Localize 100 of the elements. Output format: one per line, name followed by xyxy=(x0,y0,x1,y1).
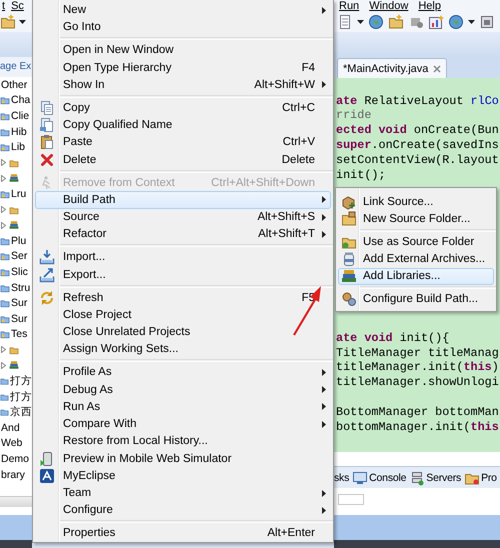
menu-item[interactable]: Copy Qualified Name xyxy=(35,116,331,134)
expander-icon[interactable] xyxy=(1,346,6,354)
caret-icon[interactable] xyxy=(19,20,26,24)
menu-item[interactable]: Use as Source Folder xyxy=(338,233,494,250)
tree-item[interactable]: 打方 xyxy=(10,374,32,388)
shortcut-label: Alt+Shift+T xyxy=(258,228,316,240)
tree-item[interactable]: Sur xyxy=(11,312,28,325)
menu-item[interactable]: Preview in Mobile Web Simulator xyxy=(35,450,331,468)
caret-icon[interactable] xyxy=(468,20,475,24)
menu-item[interactable]: Configure xyxy=(35,502,331,519)
books-icon xyxy=(9,360,19,370)
tree-item[interactable]: Other xyxy=(1,78,28,91)
menu-item[interactable]: Close Project xyxy=(35,306,331,324)
menu-item[interactable]: Add Libraries... xyxy=(338,268,494,285)
folder-icon[interactable] xyxy=(0,14,16,30)
menu-item[interactable]: Compare With xyxy=(35,416,331,433)
submenu-arrow-icon xyxy=(322,490,326,497)
document-icon[interactable] xyxy=(337,14,353,30)
expander-icon[interactable] xyxy=(1,362,6,369)
chart-icon[interactable] xyxy=(428,14,444,30)
menu-title[interactable]: Help xyxy=(418,0,441,12)
tree-item[interactable]: And xyxy=(1,422,20,434)
tree-item[interactable]: Hib xyxy=(11,126,27,138)
globe-icon[interactable] xyxy=(368,14,384,30)
code-line: titleManager.showUnlogi xyxy=(336,375,500,390)
menu-item[interactable]: Properties Alt+Enter xyxy=(35,524,331,542)
tree-item[interactable]: 京西 xyxy=(10,405,32,420)
menu-item[interactable]: Delete Delete xyxy=(35,151,331,168)
code-line: BottomManager bottomMan xyxy=(336,404,500,420)
scrollbar[interactable] xyxy=(0,496,32,507)
menu-item[interactable]: Refactor Alt+Shift+T xyxy=(35,226,331,243)
menu-item[interactable]: Go Into xyxy=(35,18,331,36)
tree-item[interactable]: Lru xyxy=(11,188,26,200)
menu-item[interactable]: Show In Alt+Shift+W xyxy=(35,76,331,94)
package-icon xyxy=(9,344,19,355)
gears-icon xyxy=(340,291,356,308)
menu-item[interactable]: Team xyxy=(35,484,331,502)
shortcut-label: Ctrl+V xyxy=(282,136,316,148)
project-folder-icon xyxy=(0,188,10,199)
package-icon xyxy=(9,158,19,168)
menu-item[interactable]: New Source Folder... xyxy=(338,210,494,228)
view-tab[interactable]: Console xyxy=(352,470,406,486)
expander-icon[interactable] xyxy=(1,174,6,182)
menu-item[interactable]: Debug As xyxy=(35,381,331,398)
menu-item[interactable]: Configure Build Path... xyxy=(338,290,494,308)
tree-item[interactable]: brary xyxy=(1,468,25,481)
menu-item[interactable]: Export... xyxy=(35,266,331,284)
menu-item[interactable]: Paste Ctrl+V xyxy=(35,134,331,151)
view-tab[interactable]: Servers xyxy=(409,470,462,486)
expander-icon[interactable] xyxy=(1,206,6,214)
servers-icon xyxy=(409,470,426,486)
view-tab[interactable]: age Ex xyxy=(0,57,32,77)
expander-icon[interactable] xyxy=(1,159,6,166)
menu-title[interactable]: Run xyxy=(339,0,360,12)
tree-item[interactable]: Tes xyxy=(11,328,28,340)
menu-item[interactable]: Restore from Local History... xyxy=(35,432,331,450)
menu-item[interactable]: Open Type Hierarchy F4 xyxy=(35,59,331,76)
folder-icon[interactable] xyxy=(388,14,404,30)
globe-icon[interactable] xyxy=(448,14,464,30)
close-icon[interactable] xyxy=(433,64,442,72)
tree-item[interactable]: Slic xyxy=(11,266,28,278)
input-field[interactable] xyxy=(338,494,364,505)
menu-item[interactable]: Close Unrelated Projects xyxy=(35,324,331,341)
menu-item[interactable]: Assign Working Sets... xyxy=(35,340,331,358)
menu-title[interactable]: t xyxy=(2,0,6,12)
code-line: ate RelativeLayout rlCo xyxy=(336,94,500,108)
menu-item[interactable]: Run As xyxy=(35,398,331,416)
menu-title[interactable]: Window xyxy=(369,0,408,12)
tree-item[interactable]: Clie xyxy=(11,110,30,122)
tree-item[interactable]: Stru xyxy=(11,282,30,294)
books-icon xyxy=(9,220,19,230)
folder-icon xyxy=(0,236,10,246)
tree-item[interactable]: Cha xyxy=(11,94,30,106)
tree-item[interactable]: Web xyxy=(1,437,22,450)
editor-tab[interactable]: *MainActivity.java xyxy=(337,58,448,78)
caret-icon[interactable] xyxy=(357,20,364,24)
menu-item[interactable]: Source Alt+Shift+S xyxy=(35,208,331,226)
menu-item[interactable]: Copy Ctrl+C xyxy=(35,99,331,116)
window-icon[interactable] xyxy=(479,14,495,30)
menu-item[interactable]: Add External Archives... xyxy=(338,250,494,268)
menu-item[interactable]: Open in New Window xyxy=(35,42,331,59)
tree-item[interactable]: Demo xyxy=(1,453,30,466)
view-tab[interactable]: sks xyxy=(334,472,350,484)
folder-icon xyxy=(0,282,10,293)
view-tab[interactable]: Pro xyxy=(464,470,497,486)
menu-item[interactable]: MyEclipse xyxy=(35,467,331,484)
tree-item[interactable]: Sur xyxy=(11,297,28,310)
code-line: titleManager.init(this) xyxy=(336,360,500,376)
menu-item[interactable]: Profile As xyxy=(35,364,331,381)
submenu-arrow-icon xyxy=(322,386,326,394)
menu-item[interactable]: Link Source... xyxy=(338,193,494,210)
menu-item[interactable]: New xyxy=(35,2,331,19)
tree-item[interactable]: Lib xyxy=(11,141,26,154)
tree-item[interactable]: Ser xyxy=(11,250,28,262)
tree-item[interactable]: 打方 xyxy=(10,390,32,404)
expander-icon[interactable] xyxy=(1,222,6,229)
menu-title[interactable]: Sc xyxy=(11,0,24,12)
menu-item[interactable]: Build Path xyxy=(35,191,331,208)
tree-item[interactable]: Plu xyxy=(11,234,26,247)
menu-item[interactable]: Import... xyxy=(35,248,331,266)
